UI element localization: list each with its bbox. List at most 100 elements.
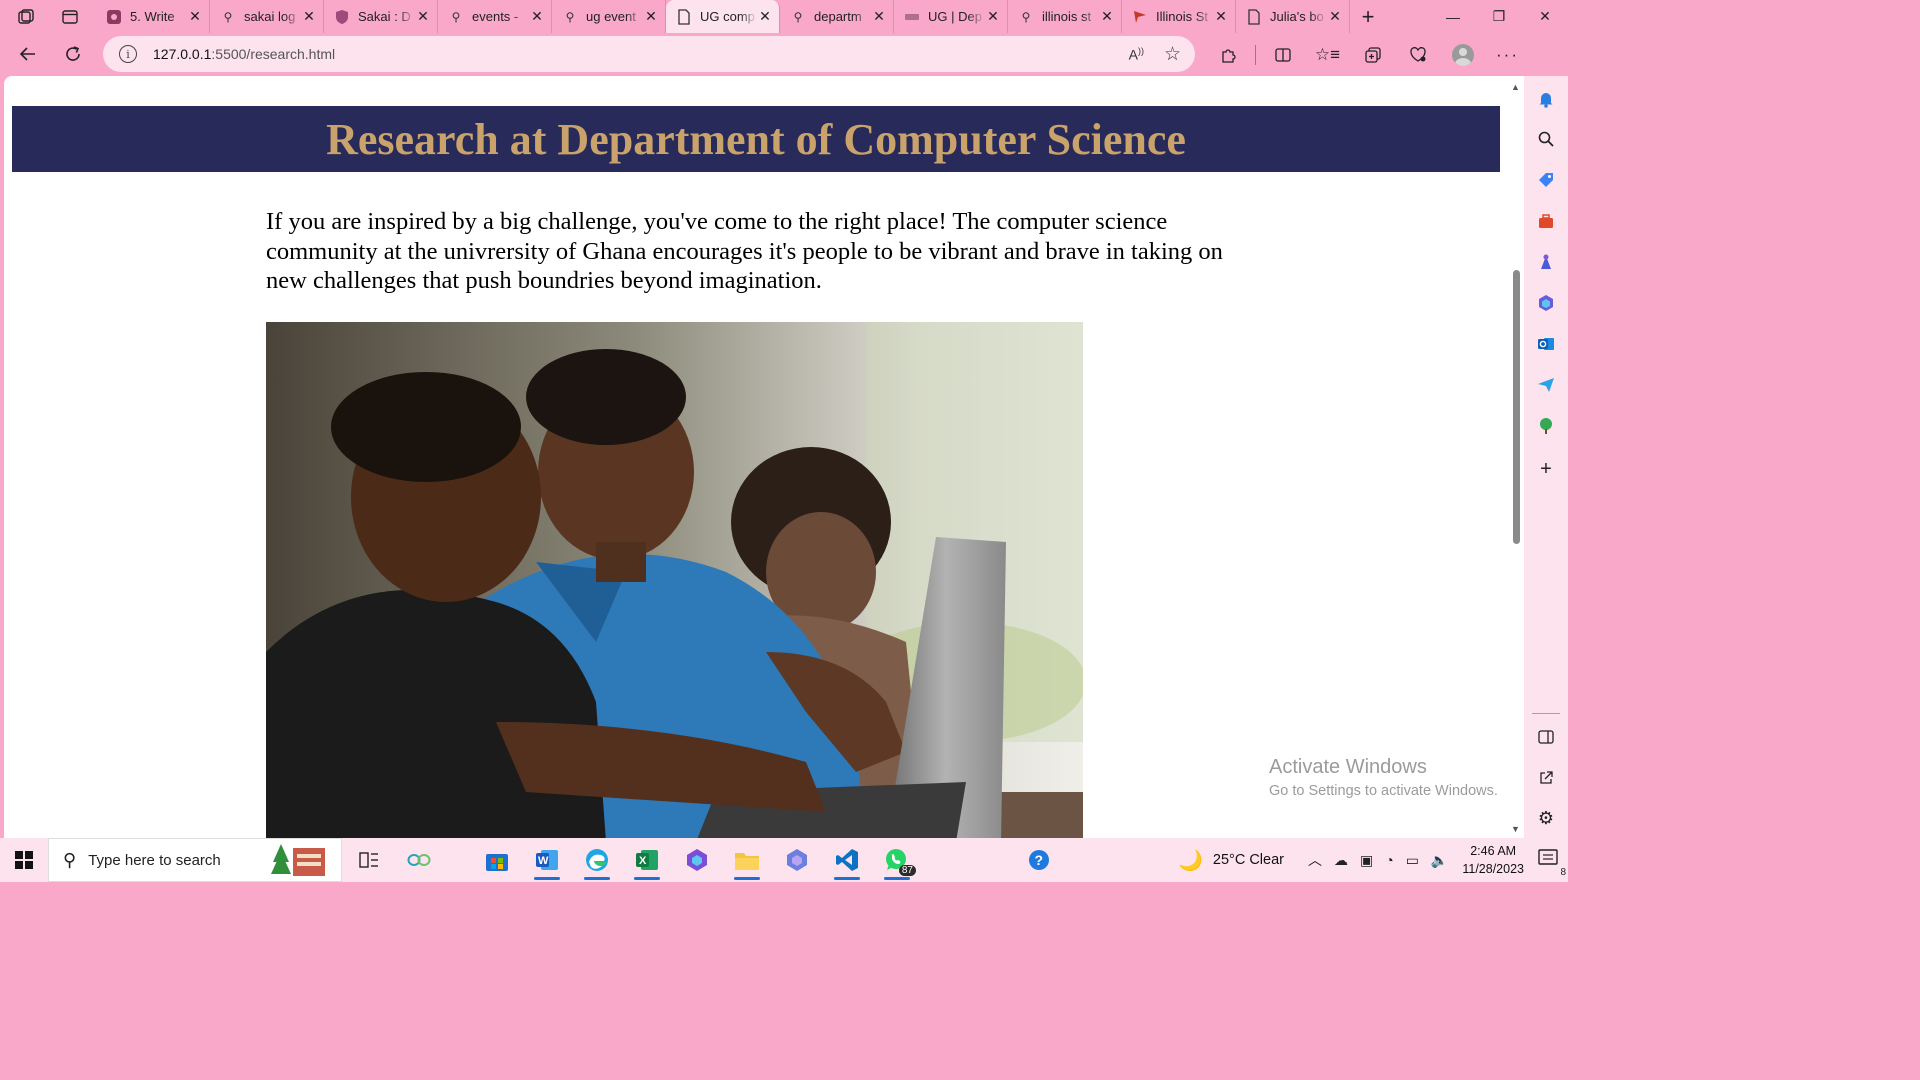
tab[interactable]: UG | Dep ✕ — [894, 0, 1008, 33]
meet-now-icon[interactable]: ▣ — [1360, 852, 1373, 869]
restore-button[interactable]: ❐ — [1476, 0, 1522, 33]
new-tab-button[interactable]: + — [1350, 0, 1386, 33]
telegram-send-icon[interactable] — [1535, 374, 1557, 396]
tab[interactable]: ⚲ departm ✕ — [780, 0, 894, 33]
tree-app-icon[interactable] — [1535, 415, 1557, 437]
system-tray: 🌙 25°C Clear ︿ ☁ ▣ ◔ ▭ 🔈 2:46 AM 11/28/2… — [1178, 838, 1568, 882]
close-icon[interactable]: ✕ — [529, 8, 545, 25]
close-window-button[interactable]: ✕ — [1522, 0, 1568, 33]
tab[interactable]: ⚲ sakai log ✕ — [210, 0, 324, 33]
shopping-tag-icon[interactable] — [1535, 169, 1557, 191]
hide-sidebar-icon[interactable] — [1535, 726, 1557, 748]
watermark-title: Activate Windows — [1269, 756, 1427, 778]
search-icon[interactable] — [1535, 128, 1557, 150]
edge-browser-icon[interactable] — [572, 838, 622, 882]
search-icon: ⚲ — [451, 9, 461, 24]
tools-toolbox-icon[interactable] — [1535, 210, 1557, 232]
external-link-icon[interactable] — [1535, 767, 1557, 789]
games-icon[interactable] — [1535, 251, 1557, 273]
battery-icon[interactable]: ▭ — [1406, 852, 1419, 869]
browser-essentials-icon[interactable] — [1395, 37, 1440, 73]
favorites-icon[interactable]: ☆≡ — [1305, 37, 1350, 73]
collections-icon[interactable] — [1350, 37, 1395, 73]
minimize-button[interactable]: — — [1430, 0, 1476, 33]
word-icon[interactable]: W — [522, 838, 572, 882]
tab[interactable]: Sakai : D ✕ — [324, 0, 438, 33]
favorite-star-icon[interactable]: ☆ — [1164, 43, 1181, 66]
scroll-down-arrow-icon[interactable]: ▼ — [1511, 824, 1520, 834]
moon-weather-icon[interactable]: 🌙 — [1178, 848, 1203, 873]
page-title: Research at Department of Computer Scien… — [326, 114, 1186, 164]
notification-center-icon[interactable]: 8 — [1538, 848, 1568, 878]
settings-gear-icon[interactable]: ⚙ — [1535, 807, 1557, 829]
vertical-scrollbar[interactable]: ▲ ▼ — [1508, 76, 1524, 838]
tab-title: UG | Dep — [928, 9, 982, 24]
chevron-up-icon[interactable]: ︿ — [1308, 850, 1322, 870]
vscode-icon[interactable] — [822, 838, 872, 882]
split-screen-icon[interactable] — [1260, 37, 1305, 73]
tab[interactable]: Julia's bo ✕ — [1236, 0, 1350, 33]
close-icon[interactable]: ✕ — [985, 8, 1001, 25]
search-icon: ⚲ — [1021, 9, 1031, 24]
tab[interactable]: ⚲ illinois st ✕ — [1008, 0, 1122, 33]
clock[interactable]: 2:46 AM 11/28/2023 — [1462, 842, 1524, 878]
address-bar[interactable]: i 127.0.0.1:5500/research.html A)) ☆ — [103, 36, 1195, 72]
tab[interactable]: ⚲ ug event ✕ — [552, 0, 666, 33]
more-options-icon[interactable]: ··· — [1485, 37, 1530, 73]
scroll-up-arrow-icon[interactable]: ▲ — [1511, 82, 1520, 92]
close-icon[interactable]: ✕ — [871, 8, 887, 25]
back-button[interactable] — [6, 36, 50, 72]
close-icon[interactable]: ✕ — [415, 8, 431, 25]
notification-count: 8 — [1560, 866, 1566, 878]
svg-text:?: ? — [1035, 852, 1044, 868]
add-sidebar-app-icon[interactable]: + — [1535, 458, 1557, 480]
whatsapp-icon[interactable]: 87 — [872, 838, 922, 882]
tab-active[interactable]: UG comp ✕ — [666, 0, 780, 33]
workspaces-icon[interactable] — [0, 3, 52, 31]
refresh-button[interactable] — [51, 36, 95, 72]
close-icon[interactable]: ✕ — [757, 8, 773, 25]
wifi-icon[interactable]: ◔ — [1385, 852, 1393, 868]
close-icon[interactable]: ✕ — [1099, 8, 1115, 25]
site-info-icon[interactable]: i — [119, 45, 137, 63]
extensions-icon[interactable] — [1206, 37, 1251, 73]
help-icon[interactable]: ? — [1014, 838, 1064, 882]
close-icon[interactable]: ✕ — [643, 8, 659, 25]
tab[interactable]: Illinois St ✕ — [1122, 0, 1236, 33]
close-icon[interactable]: ✕ — [1327, 8, 1343, 25]
microsoft-store-icon[interactable] — [472, 838, 522, 882]
scrollbar-thumb[interactable] — [1513, 270, 1520, 544]
notifications-bell-icon[interactable] — [1535, 88, 1557, 110]
close-icon[interactable]: ✕ — [187, 8, 203, 25]
copilot-app-icon[interactable] — [772, 838, 822, 882]
close-icon[interactable]: ✕ — [301, 8, 317, 25]
close-icon[interactable]: ✕ — [1213, 8, 1229, 25]
tab-title: illinois st — [1042, 9, 1092, 24]
tab-actions-icon[interactable] — [52, 3, 88, 31]
tab[interactable]: 5. Write ✕ — [96, 0, 210, 33]
search-icon: ⚲ — [793, 9, 803, 24]
read-aloud-icon[interactable]: A)) — [1129, 46, 1144, 63]
profile-avatar[interactable] — [1440, 37, 1485, 73]
taskbar-search-box[interactable]: ⚲ Type here to search — [48, 838, 342, 882]
tab-title: ug event — [586, 9, 636, 24]
tab-title: events - — [472, 9, 519, 24]
tab[interactable]: ⚲ events - ✕ — [438, 0, 552, 33]
copilot-loop-icon[interactable] — [394, 838, 444, 882]
outlook-icon[interactable] — [1535, 333, 1557, 355]
file-explorer-icon[interactable] — [722, 838, 772, 882]
svg-text:W: W — [538, 855, 549, 867]
task-view-icon[interactable] — [344, 838, 394, 882]
excel-icon[interactable]: X — [622, 838, 672, 882]
microsoft-365-icon[interactable] — [1535, 292, 1557, 314]
document-icon — [1246, 8, 1262, 25]
search-icon: ⚲ — [223, 9, 233, 24]
weather-text[interactable]: 25°C Clear — [1213, 852, 1284, 868]
volume-icon[interactable]: 🔈 — [1431, 852, 1448, 869]
tab-title: sakai log — [244, 9, 296, 24]
clock-time: 2:46 AM — [1470, 844, 1517, 858]
onedrive-cloud-icon[interactable]: ☁ — [1334, 852, 1348, 869]
students-photo — [266, 322, 1083, 838]
start-button[interactable] — [0, 838, 48, 882]
microsoft-365-app-icon[interactable] — [672, 838, 722, 882]
